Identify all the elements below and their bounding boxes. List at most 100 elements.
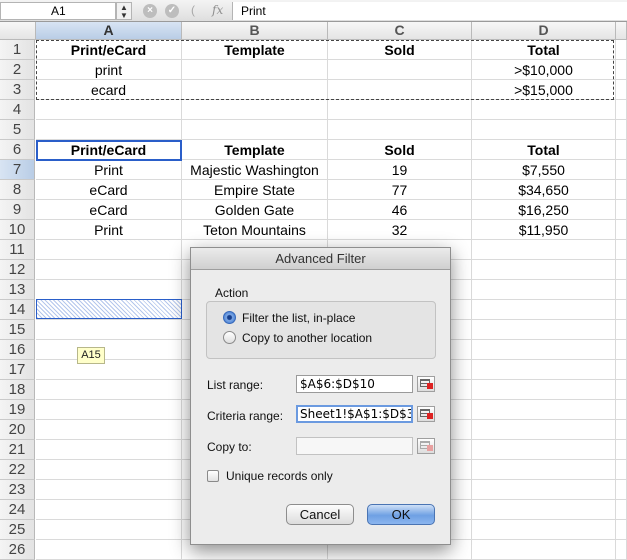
cell-d23[interactable] <box>472 480 616 500</box>
cell-b9[interactable]: Golden Gate <box>182 200 328 220</box>
cell-e19[interactable] <box>616 400 627 420</box>
row-header-9[interactable]: 9 <box>0 200 35 220</box>
cell-b7[interactable]: Majestic Washington <box>182 160 328 180</box>
cell-e5[interactable] <box>616 120 627 140</box>
cell-d14[interactable] <box>472 300 616 320</box>
cell-d1[interactable]: Total <box>472 40 616 60</box>
row-header-1[interactable]: 1 <box>0 40 35 60</box>
cell-d22[interactable] <box>472 460 616 480</box>
cell-a9[interactable]: eCard <box>36 200 182 220</box>
row-header-6[interactable]: 6 <box>0 140 35 160</box>
row-header-8[interactable]: 8 <box>0 180 35 200</box>
row-header-13[interactable]: 13 <box>0 280 35 300</box>
cell-e17[interactable] <box>616 360 627 380</box>
cell-e2[interactable] <box>616 60 627 80</box>
cell-d2[interactable]: >$10,000 <box>472 60 616 80</box>
column-header-d[interactable]: D <box>472 22 616 40</box>
row-header-24[interactable]: 24 <box>0 500 35 520</box>
cell-d6[interactable]: Total <box>472 140 616 160</box>
row-header-26[interactable]: 26 <box>0 540 35 560</box>
cancel-button[interactable]: Cancel <box>286 504 354 525</box>
function-paren-icon[interactable]: ( <box>191 3 195 17</box>
cell-b1[interactable]: Template <box>182 40 328 60</box>
cell-e20[interactable] <box>616 420 627 440</box>
row-header-25[interactable]: 25 <box>0 520 35 540</box>
cell-d24[interactable] <box>472 500 616 520</box>
row-header-22[interactable]: 22 <box>0 460 35 480</box>
select-all-corner[interactable] <box>0 22 36 40</box>
cell-d15[interactable] <box>472 320 616 340</box>
column-header-c[interactable]: C <box>328 22 472 40</box>
column-header-b[interactable]: B <box>182 22 328 40</box>
cancel-formula-icon[interactable]: × <box>143 4 157 18</box>
cell-e21[interactable] <box>616 440 627 460</box>
unique-records-label[interactable]: Unique records only <box>226 469 333 483</box>
insert-function-button[interactable]: fx <box>212 3 223 17</box>
cell-e12[interactable] <box>616 260 627 280</box>
row-header-2[interactable]: 2 <box>0 60 35 80</box>
cell-a2[interactable]: print <box>36 60 182 80</box>
cell-c6[interactable]: Sold <box>328 140 472 160</box>
cell-d8[interactable]: $34,650 <box>472 180 616 200</box>
cell-e8[interactable] <box>616 180 627 200</box>
cell-d5[interactable] <box>472 120 616 140</box>
row-header-4[interactable]: 4 <box>0 100 35 120</box>
cell-a26[interactable] <box>36 540 182 560</box>
row-header-5[interactable]: 5 <box>0 120 35 140</box>
cell-e23[interactable] <box>616 480 627 500</box>
cell-a21[interactable] <box>36 440 182 460</box>
row-header-16[interactable]: 16 <box>0 340 35 360</box>
cell-b10[interactable]: Teton Mountains <box>182 220 328 240</box>
cell-e1[interactable] <box>616 40 627 60</box>
cell-d13[interactable] <box>472 280 616 300</box>
row-header-10[interactable]: 10 <box>0 220 35 240</box>
cell-e10[interactable] <box>616 220 627 240</box>
cell-c2[interactable] <box>328 60 472 80</box>
cell-a12[interactable] <box>36 260 182 280</box>
copy-to-input[interactable] <box>296 437 413 455</box>
criteria-range-collapse-icon[interactable] <box>417 406 435 422</box>
ok-button[interactable]: OK <box>367 504 435 525</box>
column-header-e[interactable] <box>616 22 627 40</box>
cell-a15-selected[interactable] <box>36 299 182 319</box>
cell-e6[interactable] <box>616 140 627 160</box>
row-header-18[interactable]: 18 <box>0 380 35 400</box>
cell-e25[interactable] <box>616 520 627 540</box>
cell-a5[interactable] <box>36 120 182 140</box>
filter-in-place-radio[interactable] <box>223 311 236 324</box>
list-range-input[interactable]: $A$6:$D$10 <box>296 375 413 393</box>
cell-c1[interactable]: Sold <box>328 40 472 60</box>
cell-e3[interactable] <box>616 80 627 100</box>
unique-records-checkbox[interactable] <box>207 470 219 482</box>
cell-b4[interactable] <box>182 100 328 120</box>
cell-a19[interactable] <box>36 400 182 420</box>
cell-d21[interactable] <box>472 440 616 460</box>
cell-e4[interactable] <box>616 100 627 120</box>
cell-a22[interactable] <box>36 460 182 480</box>
cell-c4[interactable] <box>328 100 472 120</box>
row-header-20[interactable]: 20 <box>0 420 35 440</box>
cell-e26[interactable] <box>616 540 627 560</box>
formula-input[interactable]: Print <box>232 2 627 20</box>
cell-e16[interactable] <box>616 340 627 360</box>
list-range-collapse-icon[interactable] <box>417 376 435 392</box>
cell-d19[interactable] <box>472 400 616 420</box>
cell-e24[interactable] <box>616 500 627 520</box>
row-header-11[interactable]: 11 <box>0 240 35 260</box>
cell-a11[interactable] <box>36 240 182 260</box>
cell-b3[interactable] <box>182 80 328 100</box>
cell-c8[interactable]: 77 <box>328 180 472 200</box>
cell-a15[interactable] <box>36 320 182 340</box>
cell-a4[interactable] <box>36 100 182 120</box>
row-header-14[interactable]: 14 <box>0 300 35 320</box>
cell-e15[interactable] <box>616 320 627 340</box>
cell-d12[interactable] <box>472 260 616 280</box>
row-header-15[interactable]: 15 <box>0 320 35 340</box>
cell-a25[interactable] <box>36 520 182 540</box>
cell-a16[interactable] <box>36 340 182 360</box>
cell-d16[interactable] <box>472 340 616 360</box>
cell-a3[interactable]: ecard <box>36 80 182 100</box>
filter-in-place-label[interactable]: Filter the list, in-place <box>242 311 355 325</box>
cell-e9[interactable] <box>616 200 627 220</box>
cell-a17[interactable] <box>36 360 182 380</box>
